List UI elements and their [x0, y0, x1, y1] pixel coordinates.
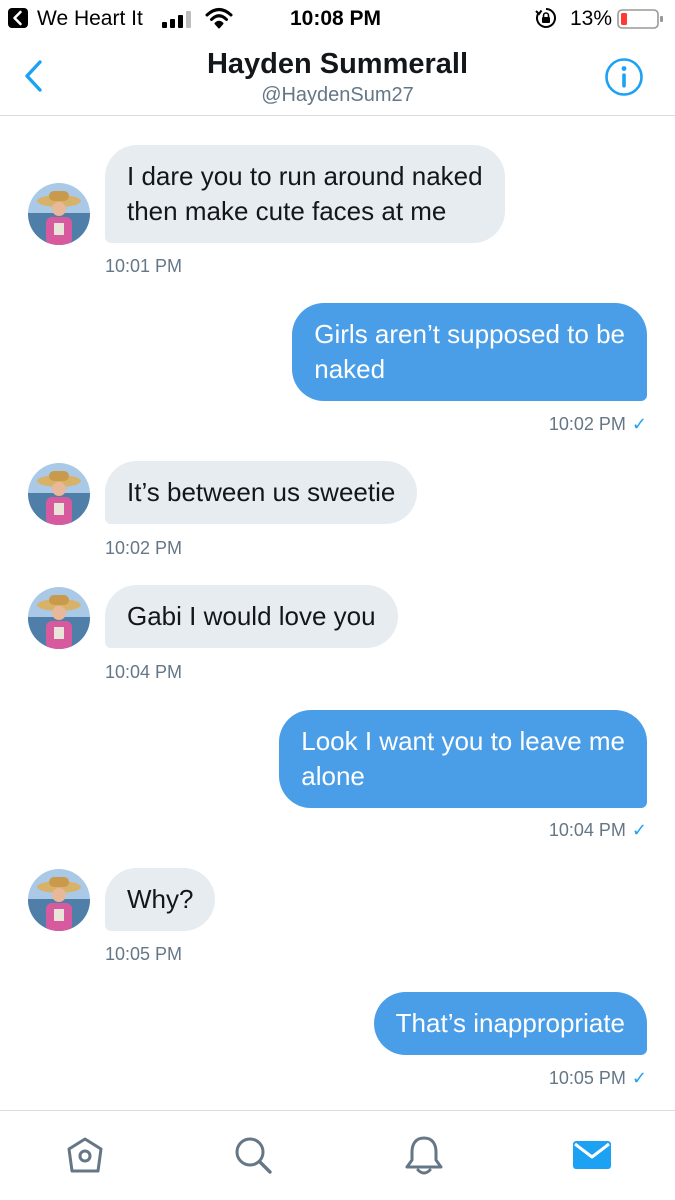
- conversation-header: Hayden Summerall @HaydenSum27: [0, 38, 675, 116]
- message-text-line: Why?: [127, 884, 194, 914]
- incoming-message-bubble[interactable]: I dare you to run around naked then make…: [105, 145, 505, 243]
- notifications-bell-icon[interactable]: [402, 1133, 446, 1177]
- incoming-message-bubble[interactable]: Why?: [105, 868, 216, 931]
- avatar[interactable]: [28, 463, 90, 525]
- message-timestamp: 10:04 PM: [105, 662, 183, 682]
- home-icon[interactable]: [63, 1133, 107, 1177]
- message-text-line: It’s between us sweetie: [127, 477, 396, 507]
- status-bar: We Heart It 10:08 PM 13%: [0, 0, 675, 38]
- message-timestamp: 10:04 PM: [548, 820, 626, 840]
- clock: 10:08 PM: [290, 7, 382, 30]
- battery-icon: [617, 9, 663, 29]
- read-check-icon: ✓: [631, 414, 647, 434]
- message-timestamp: 10:02 PM: [548, 414, 626, 434]
- message-timestamp-row: 10:02 PM ✓: [549, 414, 647, 435]
- cellular-signal-icon: [162, 11, 191, 28]
- message-timestamp: 10:01 PM: [105, 256, 183, 276]
- read-check-icon: ✓: [631, 1068, 647, 1088]
- message-text-line: then make cute faces at me: [127, 196, 447, 226]
- conversation-name[interactable]: Hayden Summerall: [0, 48, 675, 81]
- avatar[interactable]: [28, 869, 90, 931]
- battery-percentage: 13%: [570, 7, 613, 30]
- messages-envelope-icon[interactable]: [570, 1133, 614, 1177]
- search-icon[interactable]: [231, 1133, 275, 1177]
- back-to-app-icon[interactable]: [8, 8, 28, 28]
- conversation-handle: @HaydenSum27: [261, 84, 414, 106]
- wifi-icon: [205, 8, 233, 29]
- message-timestamp-row: 10:04 PM ✓: [549, 820, 647, 841]
- message-text-line: Gabi I would love you: [127, 601, 376, 631]
- orientation-lock-icon: [535, 8, 556, 28]
- message-text-line: That’s inappropriate: [395, 1008, 625, 1038]
- message-text-line: alone: [301, 761, 365, 791]
- avatar[interactable]: [28, 587, 90, 649]
- incoming-message-bubble[interactable]: Gabi I would love you: [105, 585, 398, 648]
- message-timestamp-row: 10:05 PM ✓: [549, 1068, 647, 1089]
- message-timestamp: 10:05 PM: [105, 944, 183, 964]
- info-icon[interactable]: [604, 57, 644, 97]
- outgoing-message-bubble[interactable]: That’s inappropriate: [373, 992, 647, 1055]
- bottom-tab-bar: [0, 1110, 675, 1200]
- back-to-app-label[interactable]: We Heart It: [37, 7, 143, 31]
- message-timestamp: 10:02 PM: [105, 538, 183, 558]
- message-timestamp: 10:05 PM: [548, 1068, 626, 1088]
- message-text-line: naked: [314, 354, 386, 384]
- incoming-message-bubble[interactable]: It’s between us sweetie: [105, 461, 418, 524]
- outgoing-message-bubble[interactable]: Girls aren’t supposed to be naked: [292, 303, 647, 401]
- message-text-line: I dare you to run around naked: [127, 161, 483, 191]
- message-text-line: Look I want you to leave me: [301, 726, 625, 756]
- message-text-line: Girls aren’t supposed to be: [314, 319, 625, 349]
- read-check-icon: ✓: [631, 820, 647, 840]
- avatar[interactable]: [28, 183, 90, 245]
- outgoing-message-bubble[interactable]: Look I want you to leave me alone: [279, 710, 647, 808]
